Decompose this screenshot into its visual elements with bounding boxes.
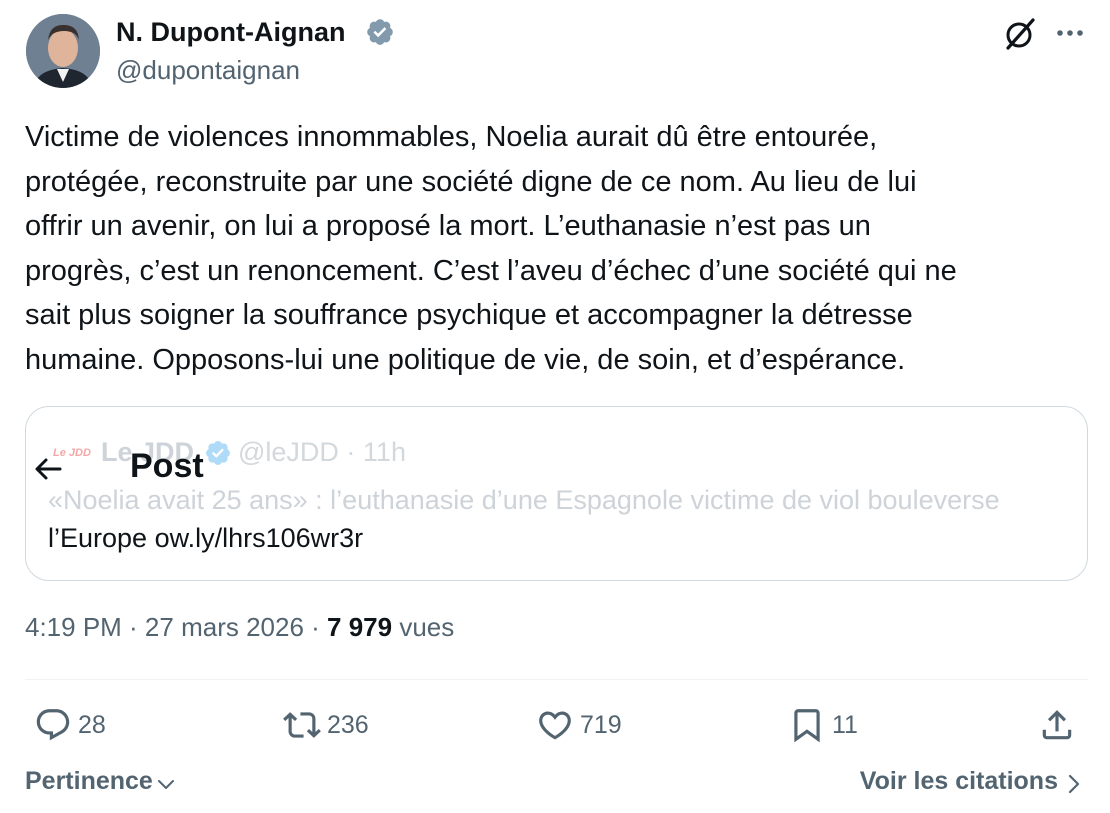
grok-icon[interactable] — [1000, 14, 1040, 54]
share-icon — [1042, 710, 1072, 740]
sort-replies-button[interactable]: Pertinence — [25, 767, 177, 796]
repost-button[interactable]: 236 — [283, 703, 369, 747]
chevron-down-icon — [157, 779, 174, 789]
verified-badge-icon — [367, 19, 393, 45]
quoted-post-card[interactable]: Le JDD Le JDD @leJDD · 11h Post «Noelia … — [25, 406, 1088, 581]
like-button[interactable]: 719 — [536, 703, 622, 747]
tweet-meta: 4:19 PM · 27 mars 2026 · 7 979 vues — [25, 612, 454, 643]
like-count: 719 — [580, 710, 622, 739]
heart-icon — [539, 711, 571, 740]
author-avatar[interactable] — [26, 14, 100, 88]
reply-count: 28 — [78, 710, 106, 739]
chevron-right-icon — [1068, 774, 1080, 793]
repost-count: 236 — [327, 710, 369, 739]
quoted-text-line1: «Noelia avait 25 ans» : l’euthanasie d’u… — [48, 485, 1000, 515]
bookmark-icon — [794, 709, 820, 743]
sort-label: Pertinence — [25, 767, 153, 795]
bookmark-count: 11 — [832, 710, 858, 739]
quoted-handle-time: @leJDD · 11h — [238, 437, 406, 467]
reply-button[interactable]: 28 — [34, 703, 106, 747]
quoted-verified-badge-icon — [206, 441, 230, 465]
more-options-icon[interactable] — [1052, 18, 1088, 48]
quoted-text-line2: l’Europe ow.ly/lhrs106wr3r — [48, 523, 364, 553]
quotes-label: Voir les citations — [859, 767, 1058, 795]
post-overlay-title: Post — [130, 447, 204, 485]
share-button[interactable] — [1038, 703, 1076, 747]
back-arrow-icon[interactable] — [30, 451, 66, 487]
views-label: vues — [392, 612, 455, 642]
reply-icon — [36, 709, 70, 741]
view-quotes-link[interactable]: Voir les citations — [860, 767, 1084, 796]
author-handle[interactable]: @dupontaignan — [116, 52, 300, 88]
author-name[interactable]: N. Dupont-Aignan — [116, 14, 345, 50]
views-count: 7 979 — [327, 612, 393, 642]
divider — [25, 679, 1088, 680]
tweet-timestamp[interactable]: 4:19 PM · 27 mars 2026 · — [25, 612, 327, 642]
bookmark-button[interactable]: 11 — [788, 703, 858, 747]
repost-icon — [283, 712, 321, 738]
tweet-text: Victime de violences innommables, Noelia… — [25, 121, 957, 376]
